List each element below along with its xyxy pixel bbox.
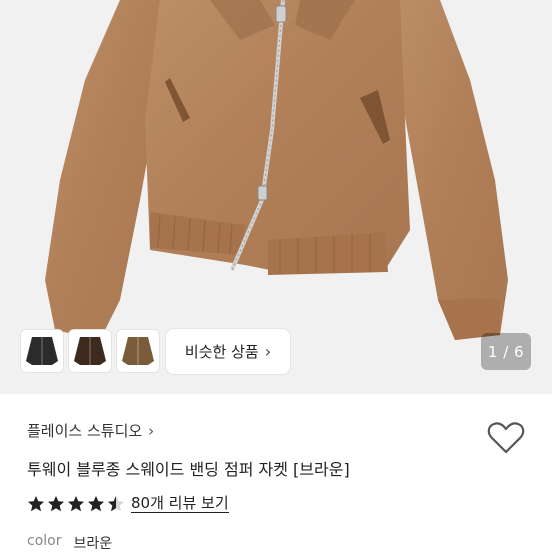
star-icon: [48, 495, 64, 511]
product-title: 투웨이 블루종 스웨이드 밴딩 점퍼 자켓 [브라운]: [27, 460, 350, 479]
similar-products-label: 비슷한 상품: [184, 343, 259, 361]
star-icon: [28, 495, 44, 511]
rating-stars: [27, 495, 125, 513]
store-link[interactable]: 플레이스 스튜디오 ›: [27, 420, 154, 441]
khaki-jacket-icon: [122, 337, 154, 365]
star-icon: [88, 495, 104, 511]
heart-outline-icon[interactable]: [486, 418, 526, 458]
option-value: 브라운: [73, 536, 113, 552]
similar-products-button[interactable]: 비슷한 상품 ›: [166, 329, 290, 374]
black-jacket-icon: [26, 337, 58, 365]
option-row: color 브라운: [27, 533, 112, 552]
thumbnail-dark-brown-jacket[interactable]: [68, 329, 112, 373]
chevron-right-icon: ›: [264, 342, 272, 361]
reviews-link[interactable]: 80개 리뷰 보기: [131, 494, 229, 513]
rating-row: 80개 리뷰 보기: [27, 494, 229, 513]
option-label: color: [27, 533, 62, 549]
store-name: 플레이스 스튜디오: [27, 422, 143, 440]
star-icon: [68, 495, 84, 511]
thumbnail-black-jacket[interactable]: [20, 329, 64, 373]
product-info: 플레이스 스튜디오 › 투웨이 블루종 스웨이드 밴딩 점퍼 자켓 [브라운] …: [0, 394, 552, 552]
dark-brown-jacket-icon: [74, 337, 106, 365]
chevron-right-icon: ›: [148, 421, 155, 440]
thumbnail-strip: [20, 329, 160, 373]
thumbnail-khaki-jacket[interactable]: [116, 329, 160, 373]
image-page-counter: 1 / 6: [481, 333, 531, 370]
star-icon: [108, 495, 124, 511]
product-image-gallery[interactable]: 비슷한 상품 › 1 / 6: [0, 0, 552, 394]
